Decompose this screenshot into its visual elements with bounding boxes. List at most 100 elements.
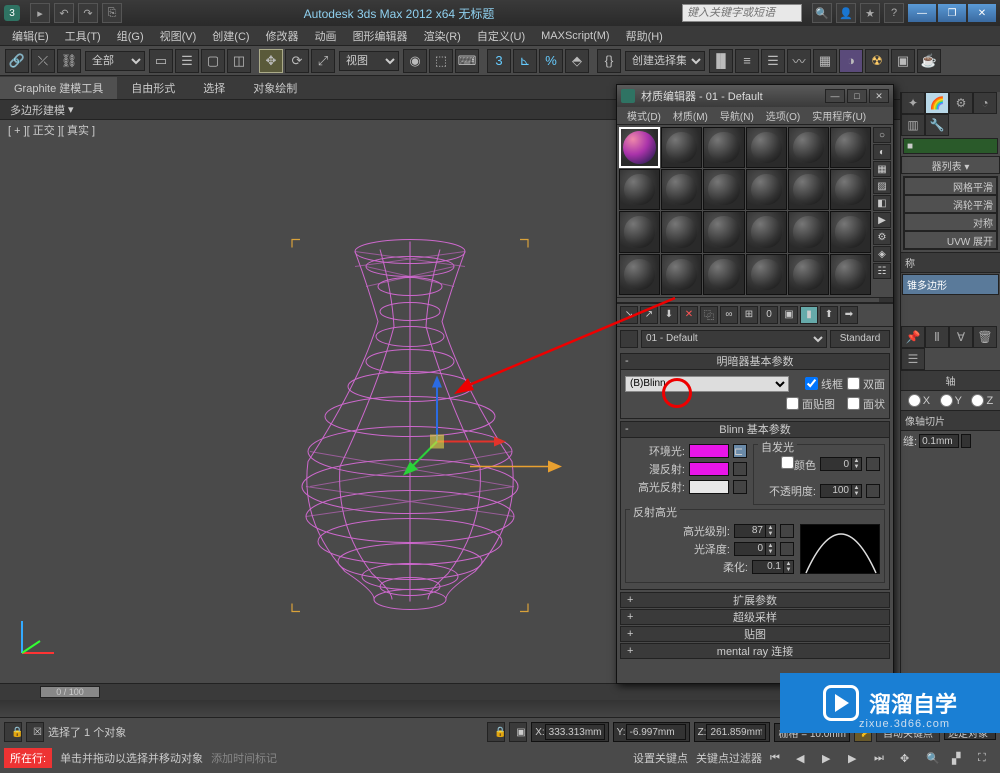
- create-tab-icon[interactable]: ✦: [901, 92, 925, 114]
- material-editor-minimize[interactable]: —: [825, 89, 845, 103]
- material-slot-5[interactable]: [788, 127, 829, 168]
- slot-scrollbar[interactable]: [879, 298, 893, 302]
- material-slot-12[interactable]: [830, 169, 871, 210]
- material-slot-7[interactable]: [619, 169, 660, 210]
- material-slot-2[interactable]: [661, 127, 702, 168]
- material-editor-maximize[interactable]: □: [847, 89, 867, 103]
- hint-text2[interactable]: 添加时间标记: [211, 750, 277, 766]
- signin-icon[interactable]: 👤: [836, 3, 856, 23]
- coord-z[interactable]: [706, 724, 766, 740]
- play-start-icon[interactable]: ⏮: [770, 752, 788, 765]
- play-end-icon[interactable]: ⏭: [874, 752, 892, 765]
- get-material-icon[interactable]: ↘: [620, 306, 638, 324]
- play-prev-icon[interactable]: ◀: [796, 752, 814, 765]
- pick-material-icon[interactable]: [620, 330, 638, 348]
- tb-undo-icon[interactable]: ↷: [78, 3, 98, 23]
- matnav-icon[interactable]: ☷: [873, 263, 891, 279]
- help-search-input[interactable]: [682, 4, 802, 22]
- menu-help[interactable]: 帮助(H): [618, 26, 671, 46]
- mod-turbosmooth[interactable]: 涡轮平滑: [904, 195, 997, 213]
- material-slot-15[interactable]: [703, 211, 744, 252]
- bind-icon[interactable]: ⛓: [57, 49, 81, 73]
- shader-select[interactable]: (B)Blinn: [625, 376, 789, 392]
- axis-y[interactable]: Y: [940, 394, 962, 407]
- coord-x[interactable]: [545, 724, 605, 740]
- ribbon-selection[interactable]: 选择: [189, 77, 239, 99]
- diffuse-swatch[interactable]: [689, 462, 729, 476]
- ambient-swatch[interactable]: [689, 444, 729, 458]
- mod-uvwunwrap[interactable]: UVW 展开: [904, 231, 997, 249]
- material-slot-18[interactable]: [830, 211, 871, 252]
- axis-x[interactable]: X: [908, 394, 930, 407]
- named-selection-select[interactable]: 创建选择集: [625, 51, 705, 71]
- material-editor-close[interactable]: ✕: [869, 89, 889, 103]
- motion-tab-icon[interactable]: ◔: [973, 92, 997, 114]
- me-menu-options[interactable]: 选项(O): [760, 107, 806, 124]
- specular-map-icon[interactable]: [733, 480, 747, 494]
- material-slot-13[interactable]: [619, 211, 660, 252]
- material-slot-14[interactable]: [661, 211, 702, 252]
- shader-params-header[interactable]: -明暗器基本参数: [621, 354, 889, 370]
- close-button[interactable]: ✕: [968, 4, 996, 22]
- object-name-field[interactable]: ■: [903, 138, 998, 154]
- go-parent-icon[interactable]: ⬆: [820, 306, 838, 324]
- ambient-lock-icon[interactable]: ⊏: [733, 444, 747, 458]
- spec-level-map-icon[interactable]: [780, 524, 794, 538]
- play-next-icon[interactable]: ▶: [848, 752, 866, 765]
- backlight-icon[interactable]: ◐: [873, 144, 891, 160]
- snap-icon[interactable]: 3: [487, 49, 511, 73]
- refcoord-select[interactable]: 视图: [339, 51, 399, 71]
- modlist-dropdown[interactable]: 器列表 ▾: [901, 156, 1000, 174]
- spec-level-spinner[interactable]: [734, 524, 766, 538]
- slice-spinner[interactable]: [919, 434, 959, 448]
- selfillum-map-icon[interactable]: [866, 457, 880, 471]
- play-icon[interactable]: ▶: [822, 752, 840, 765]
- options-icon[interactable]: ⚙: [873, 229, 891, 245]
- material-slot-3[interactable]: [703, 127, 744, 168]
- anglesnap-icon[interactable]: ⊾: [513, 49, 537, 73]
- make-unique-icon[interactable]: ∞: [720, 306, 738, 324]
- make-copy-icon[interactable]: ⿻: [700, 306, 718, 324]
- gloss-map-icon[interactable]: [780, 542, 794, 556]
- reset-map-icon[interactable]: ✕: [680, 306, 698, 324]
- render-setup-icon[interactable]: ☢: [865, 49, 889, 73]
- time-slider-handle[interactable]: 0 / 100: [40, 686, 100, 698]
- setkey-button[interactable]: 设置关键点: [633, 750, 688, 766]
- align-icon[interactable]: ≡: [735, 49, 759, 73]
- scale-icon[interactable]: ⤢: [311, 49, 335, 73]
- spinnersnap-icon[interactable]: ⬘: [565, 49, 589, 73]
- abs-rel-icon[interactable]: ▣: [509, 722, 527, 742]
- spinner-arrows-icon[interactable]: [961, 434, 971, 448]
- favorite-icon[interactable]: ★: [860, 3, 880, 23]
- curve-editor-icon[interactable]: 〰: [787, 49, 811, 73]
- soften-spinner[interactable]: [752, 560, 784, 574]
- ribbon-paint[interactable]: 对象绘制: [239, 77, 311, 99]
- minimize-button[interactable]: —: [908, 4, 936, 22]
- material-slot-16[interactable]: [746, 211, 787, 252]
- show-in-viewport-icon[interactable]: ▣: [780, 306, 798, 324]
- diffuse-map-icon[interactable]: [733, 462, 747, 476]
- facemap-checkbox[interactable]: 面贴图: [786, 396, 835, 412]
- menu-customize[interactable]: 自定义(U): [469, 26, 533, 46]
- assign-to-selection-icon[interactable]: ⬇: [660, 306, 678, 324]
- me-menu-util[interactable]: 实用程序(U): [806, 107, 872, 124]
- remove-mod-icon[interactable]: 🗑: [973, 326, 997, 348]
- menu-rendering[interactable]: 渲染(R): [416, 26, 469, 46]
- display-tab-icon[interactable]: ▥: [901, 114, 925, 136]
- hierarchy-tab-icon[interactable]: ⚙: [949, 92, 973, 114]
- mirror-icon[interactable]: ▐▌: [709, 49, 733, 73]
- ribbon-freeform[interactable]: 自由形式: [117, 77, 189, 99]
- faceted-checkbox[interactable]: 面状: [847, 396, 885, 412]
- material-slot-4[interactable]: [746, 127, 787, 168]
- menu-animation[interactable]: 动画: [307, 26, 345, 46]
- tb-redo-icon[interactable]: ⎘: [102, 3, 122, 23]
- menu-maxscript[interactable]: MAXScript(M): [533, 28, 617, 44]
- specular-swatch[interactable]: [689, 480, 729, 494]
- schematic-icon[interactable]: ▦: [813, 49, 837, 73]
- material-slot-6[interactable]: [830, 127, 871, 168]
- material-slot-9[interactable]: [703, 169, 744, 210]
- keyfilter-button[interactable]: 关键点过滤器: [696, 750, 762, 766]
- layers-icon[interactable]: ☰: [761, 49, 785, 73]
- rollout-mentalray[interactable]: +mental ray 连接: [620, 643, 890, 659]
- material-slot-10[interactable]: [746, 169, 787, 210]
